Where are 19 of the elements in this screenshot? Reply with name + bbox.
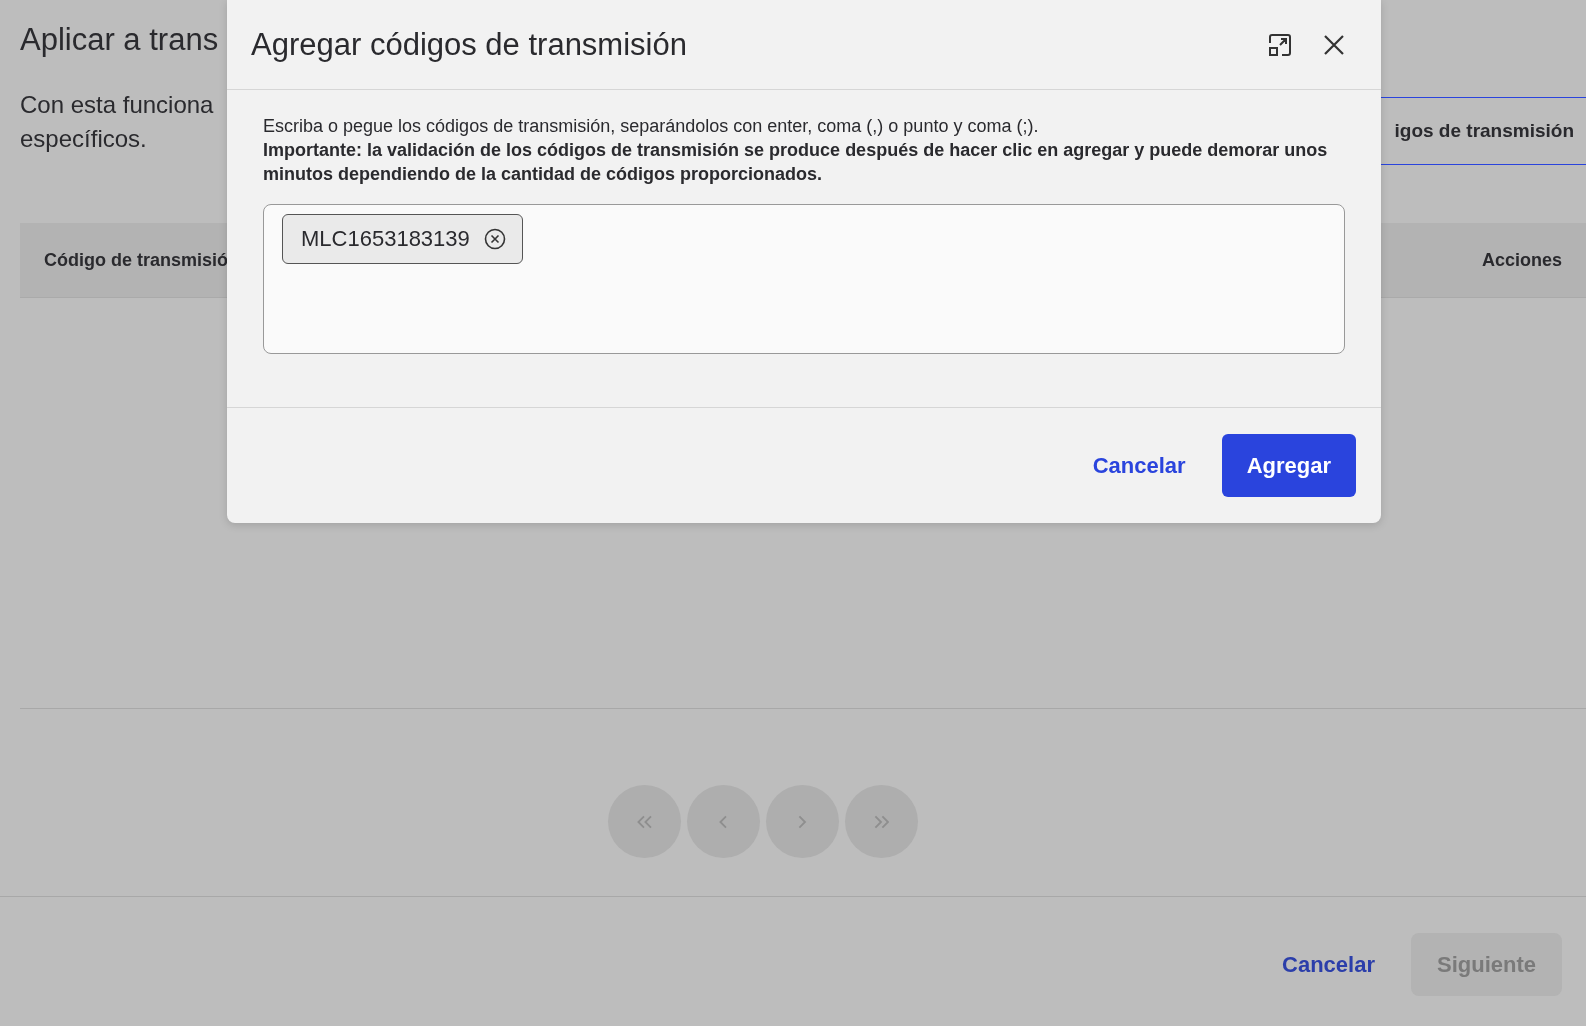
chevron-icon: [636, 814, 653, 829]
expand-icon[interactable]: [1267, 31, 1293, 58]
remove-icon[interactable]: [483, 228, 506, 250]
dialog-title: Agregar códigos de transmisión: [251, 26, 687, 63]
chevron-icon: [719, 814, 728, 829]
close-icon[interactable]: [1323, 33, 1345, 56]
add-button[interactable]: Agregar: [1221, 434, 1356, 497]
cancel-button[interactable]: Cancelar: [1282, 951, 1375, 978]
codes-field[interactable]: MLC1653183139: [263, 204, 1345, 354]
column-header: Código de transmisió: [44, 249, 229, 271]
page-title: Aplicar a trans: [20, 22, 219, 58]
column-header: Acciones: [1481, 249, 1562, 271]
cancel-button[interactable]: Cancelar: [1092, 452, 1186, 479]
page-description: Con esta funciona específicos.: [20, 90, 215, 154]
chevron-icon: [798, 814, 807, 829]
chip-label: MLC1653183139: [301, 226, 470, 252]
important-note: Importante: la validación de los códigos de transmisión se produce después de hacer clic en agregar y puede demorar unos minutos dependiendo de la cantidad de códigos proporcionados.: [263, 139, 1329, 186]
instructions-text: Escriba o pegue los códigos de transmisión, separándolos con enter, coma (,) o punto y coma (;).: [263, 115, 1040, 138]
chevron-icon: [873, 814, 890, 829]
